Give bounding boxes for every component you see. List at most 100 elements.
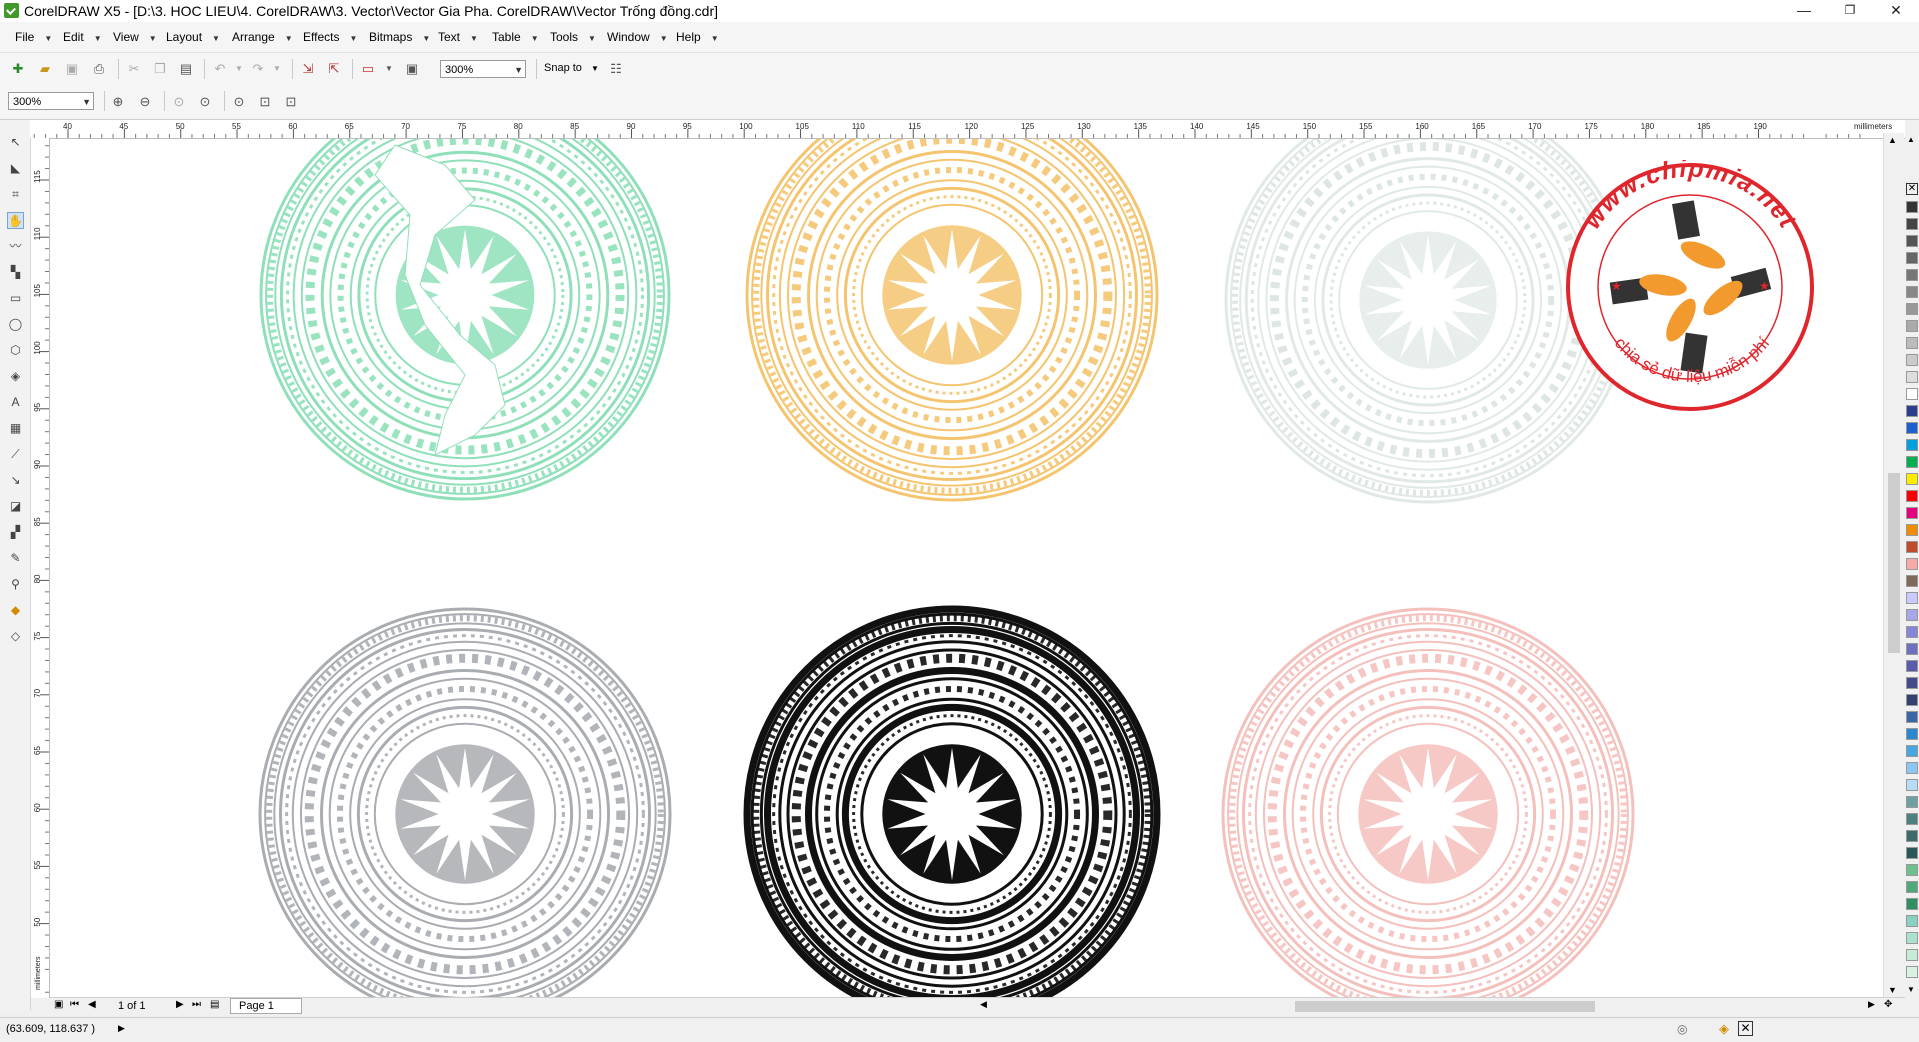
zoom-to-selected-icon[interactable]: ⊙ (171, 94, 187, 110)
color-swatch[interactable] (1906, 490, 1918, 502)
open-folder-icon[interactable]: ▰ (37, 61, 53, 77)
color-swatch[interactable] (1906, 456, 1918, 468)
last-page-icon[interactable]: ⏭ (192, 999, 201, 1010)
color-swatch[interactable] (1906, 745, 1918, 757)
polygon-tool-icon[interactable]: ⬡ (7, 342, 24, 359)
smart-fill-tool-icon[interactable]: ▚ (7, 264, 24, 281)
menu-text[interactable]: Text ▼ (438, 30, 478, 44)
print-icon[interactable]: ⎙ (91, 61, 107, 77)
horizontal-ruler[interactable]: 40 45 50 55 60 65 70 75 80 85 90 95 100 105 110 115 120 1… (30, 120, 1905, 139)
minimize-button[interactable]: — (1781, 0, 1827, 22)
paste-icon[interactable]: ▤ (178, 61, 194, 77)
color-swatch[interactable] (1906, 235, 1918, 247)
color-swatch[interactable] (1906, 201, 1918, 213)
menu-table[interactable]: Table ▼ (492, 30, 539, 44)
color-swatch[interactable] (1906, 218, 1918, 230)
horizontal-scroll-thumb[interactable] (1295, 1001, 1595, 1012)
vertical-scroll-thumb[interactable] (1888, 473, 1900, 653)
color-swatch[interactable] (1906, 932, 1918, 944)
transparency-tool-icon[interactable]: ▞ (7, 524, 24, 541)
color-swatch[interactable] (1906, 252, 1918, 264)
add-page-icon[interactable]: ▤ (210, 999, 219, 1010)
menu-effects[interactable]: Effects ▼ (303, 30, 357, 44)
snap-to-dropdown[interactable]: Snap to ▼ (544, 62, 599, 74)
restore-button[interactable]: ❐ (1827, 0, 1873, 22)
table-tool-icon[interactable]: ▦ (7, 420, 24, 437)
interactive-fill-tool-icon[interactable]: ◇ (7, 628, 24, 645)
color-swatch[interactable] (1906, 915, 1918, 927)
zoom-property-combo[interactable]: 300% ▼ (8, 92, 94, 110)
zoom-level-combo[interactable]: 300% ▼ (440, 60, 526, 78)
color-swatch[interactable] (1906, 473, 1918, 485)
expand-status-icon[interactable]: ▶ (118, 1023, 125, 1034)
palette-scroll-up-icon[interactable]: ▲ (1907, 135, 1915, 144)
color-swatch[interactable] (1906, 830, 1918, 842)
application-launcher-icon[interactable]: ▭ (360, 61, 376, 77)
vertical-scrollbar[interactable]: ▲ ▼ (1883, 133, 1904, 998)
color-swatch[interactable] (1906, 711, 1918, 723)
scroll-down-icon[interactable]: ▼ (1888, 985, 1897, 995)
import-icon[interactable]: ⇲ (300, 61, 316, 77)
palette-scroll-down-icon[interactable]: ▼ (1907, 985, 1915, 994)
options-icon[interactable]: ☷ (608, 61, 624, 77)
color-swatch[interactable] (1906, 371, 1918, 383)
menu-edit[interactable]: Edit ▼ (63, 30, 102, 44)
color-swatch[interactable] (1906, 269, 1918, 281)
color-swatch[interactable] (1906, 694, 1918, 706)
vertical-ruler[interactable]: 115 110 105 100 95 90 85 80 75 70 65 60 55 50 millimet… (31, 138, 50, 998)
color-swatch[interactable] (1906, 728, 1918, 740)
scroll-right-icon[interactable]: ▶ (1868, 999, 1875, 1010)
save-icon[interactable]: ▣ (64, 61, 80, 77)
scroll-up-icon[interactable]: ▲ (1888, 135, 1897, 145)
basic-shapes-tool-icon[interactable]: ◈ (7, 368, 24, 385)
menu-arrange[interactable]: Arrange ▼ (232, 30, 293, 44)
color-swatch[interactable] (1906, 422, 1918, 434)
color-swatch[interactable] (1906, 439, 1918, 451)
dimension-tool-icon[interactable]: ⟋ (7, 446, 24, 463)
outline-none-icon[interactable]: ✕ (1738, 1021, 1753, 1036)
color-swatch[interactable] (1906, 405, 1918, 417)
color-swatch[interactable] (1906, 524, 1918, 536)
zoom-in-icon[interactable]: ⊕ (110, 94, 126, 110)
text-tool-icon[interactable]: A (7, 394, 24, 411)
cut-icon[interactable]: ✂ (126, 61, 142, 77)
zoom-to-page-height-icon[interactable]: ⊡ (283, 94, 299, 110)
menu-file[interactable]: File ▼ (15, 30, 52, 44)
export-icon[interactable]: ⇱ (326, 61, 342, 77)
freehand-tool-icon[interactable]: 〰 (7, 238, 24, 255)
previous-page-icon[interactable]: ◀ (88, 999, 96, 1010)
color-swatch[interactable] (1906, 864, 1918, 876)
blend-tool-icon[interactable]: ◪ (7, 498, 24, 515)
menu-tools[interactable]: Tools ▼ (550, 30, 596, 44)
color-swatch[interactable] (1906, 898, 1918, 910)
rectangle-tool-icon[interactable]: ▭ (7, 290, 24, 307)
color-swatch[interactable] (1906, 813, 1918, 825)
color-swatch[interactable] (1906, 796, 1918, 808)
chevron-down-icon[interactable]: ▼ (231, 61, 247, 77)
zoom-to-page-width-icon[interactable]: ⊡ (257, 94, 273, 110)
zoom-out-icon[interactable]: ⊖ (137, 94, 153, 110)
menu-layout[interactable]: Layout ▼ (166, 30, 220, 44)
color-swatch[interactable] (1906, 558, 1918, 570)
shape-tool-icon[interactable]: ◣ (7, 160, 24, 177)
copy-icon[interactable]: ❐ (152, 61, 168, 77)
color-swatch[interactable] (1906, 762, 1918, 774)
redo-icon[interactable]: ↷ (250, 61, 266, 77)
menu-help[interactable]: Help ▼ (676, 30, 719, 44)
color-swatch[interactable] (1906, 660, 1918, 672)
color-swatch[interactable] (1906, 388, 1918, 400)
outline-tool-icon[interactable]: ⚲ (7, 576, 24, 593)
crop-tool-icon[interactable]: ⌗ (7, 186, 24, 203)
color-swatch[interactable] (1906, 507, 1918, 519)
color-swatch[interactable] (1906, 337, 1918, 349)
color-swatch[interactable] (1906, 303, 1918, 315)
new-document-icon[interactable]: ✚ (10, 61, 26, 77)
zoom-to-page-icon[interactable]: ⊙ (231, 94, 247, 110)
pan-tool-icon[interactable]: ✋ (7, 212, 24, 229)
page-options-icon[interactable]: ▣ (54, 999, 63, 1010)
color-swatch[interactable] (1906, 609, 1918, 621)
ellipse-tool-icon[interactable]: ◯ (7, 316, 24, 333)
welcome-screen-icon[interactable]: ▣ (404, 61, 420, 77)
color-swatch[interactable] (1906, 677, 1918, 689)
color-swatch[interactable] (1906, 592, 1918, 604)
